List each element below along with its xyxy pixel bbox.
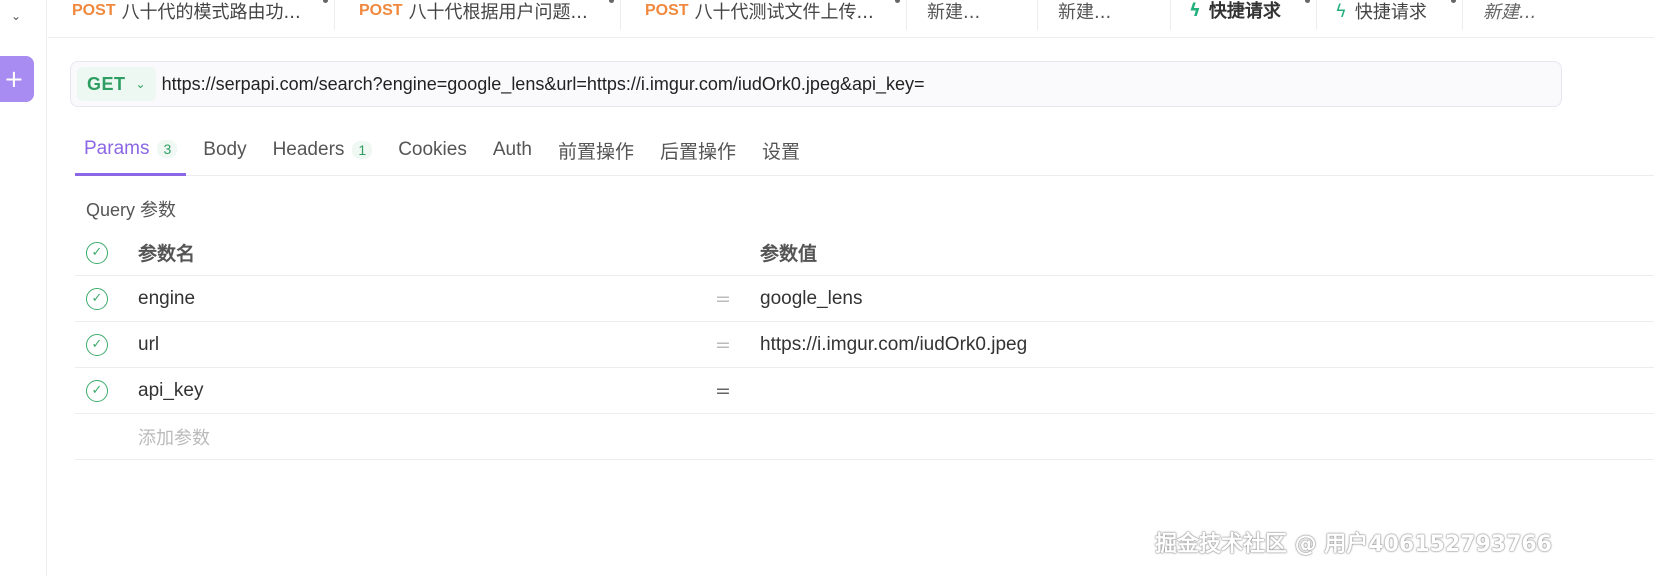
tab-settings[interactable]: 设置 [753,124,809,176]
tab-label: Cookies [398,139,467,161]
tab-body[interactable]: Body [194,124,255,176]
lightning-icon: ϟ [1189,0,1201,21]
tab-label: 八十代的模式路由功... [122,0,301,24]
tab-post-request[interactable]: 后置操作 [651,124,745,176]
left-rail: ⌄ + [0,0,47,576]
tab-params[interactable]: Params 3 [75,124,186,176]
tab-auth[interactable]: Auth [484,124,541,176]
unsaved-dot-icon [1451,0,1456,3]
query-section-title: Query 参数 [86,196,176,222]
table-row: ✓ engine = google_lens [75,276,1654,322]
column-header-name: 参数名 [138,239,195,266]
tab-label: 新建... [927,0,980,24]
method-badge: POST [359,2,403,20]
unsaved-dot-icon [609,0,614,3]
tab-label: 新建... [1058,0,1111,24]
param-name[interactable]: engine [138,288,195,310]
tab-request-1[interactable]: POST 八十代的模式路由功... [48,0,335,30]
tab-new-2[interactable]: 新建... [1038,0,1171,30]
tab-label: 八十代根据用户问题... [409,0,588,24]
unsaved-dot-icon [895,0,900,3]
tab-label: 设置 [762,137,800,164]
request-tab-bar: POST 八十代的模式路由功... POST 八十代根据用户问题... POST… [48,0,1654,38]
request-url-bar: GET ⌄ [70,61,1562,107]
equals-sign: = [715,334,731,356]
method-badge: POST [72,2,116,20]
select-all-checkbox[interactable]: ✓ [86,242,108,264]
row-checkbox[interactable]: ✓ [86,288,108,310]
tab-label: Headers [273,139,345,161]
equals-sign: = [715,288,731,310]
tab-label: Params [84,138,149,160]
tab-request-2[interactable]: POST 八十代根据用户问题... [335,0,621,30]
unsaved-dot-icon [1305,0,1310,3]
url-input[interactable] [162,64,1561,104]
tab-headers[interactable]: Headers 1 [264,124,382,176]
count-badge: 3 [157,140,177,158]
tab-label: 后置操作 [660,137,736,164]
tab-request-3[interactable]: POST 八十代测试文件上传... [621,0,907,30]
chevron-down-icon: ⌄ [136,77,146,91]
add-param-input[interactable]: 添加参数 [138,424,210,450]
column-header-value: 参数值 [760,239,817,266]
tab-quick-request[interactable]: ϟ 快捷请求 [1317,0,1463,30]
table-row: ✓ url = https://i.imgur.com/iudOrk0.jpeg [75,322,1654,368]
add-param-row: 添加参数 [75,414,1654,460]
method-badge: POST [645,2,689,20]
equals-sign: = [715,380,731,402]
count-badge: 1 [352,141,372,159]
table-row: ✓ api_key = [75,368,1654,414]
add-button[interactable]: + [0,56,34,102]
http-method-select[interactable]: GET ⌄ [77,67,156,101]
query-params-table: ✓ 参数名 参数值 ✓ engine = google_lens ✓ url =… [75,230,1654,460]
param-name[interactable]: url [138,334,159,356]
row-checkbox[interactable]: ✓ [86,380,108,402]
tab-new-3[interactable]: 新建... [1463,0,1654,30]
tab-label: 前置操作 [558,137,634,164]
method-label: GET [87,74,126,95]
request-section-tabs: Params 3 Body Headers 1 Cookies Auth 前置操… [75,124,1654,176]
tab-cookies[interactable]: Cookies [389,124,476,176]
param-name[interactable]: api_key [138,380,204,402]
tab-label: 快捷请求 [1209,0,1281,23]
tab-quick-request-active[interactable]: ϟ 快捷请求 [1171,0,1317,30]
tab-label: 快捷请求 [1355,0,1427,24]
param-value[interactable]: google_lens [760,288,862,310]
tab-new-1[interactable]: 新建... [907,0,1038,30]
row-checkbox[interactable]: ✓ [86,334,108,356]
tab-pre-request[interactable]: 前置操作 [549,124,643,176]
table-header-row: ✓ 参数名 参数值 [75,230,1654,276]
tab-label: Body [203,139,246,161]
lightning-icon: ϟ [1335,1,1347,22]
chevron-down-icon[interactable]: ⌄ [6,6,26,26]
tab-label: 新建... [1483,0,1536,24]
tab-label: Auth [493,139,532,161]
param-value[interactable]: https://i.imgur.com/iudOrk0.jpeg [760,334,1027,356]
tab-label: 八十代测试文件上传... [695,0,874,24]
watermark: 掘金技术社区 @ 用户406152793766 [1155,526,1552,558]
unsaved-dot-icon [323,0,328,3]
